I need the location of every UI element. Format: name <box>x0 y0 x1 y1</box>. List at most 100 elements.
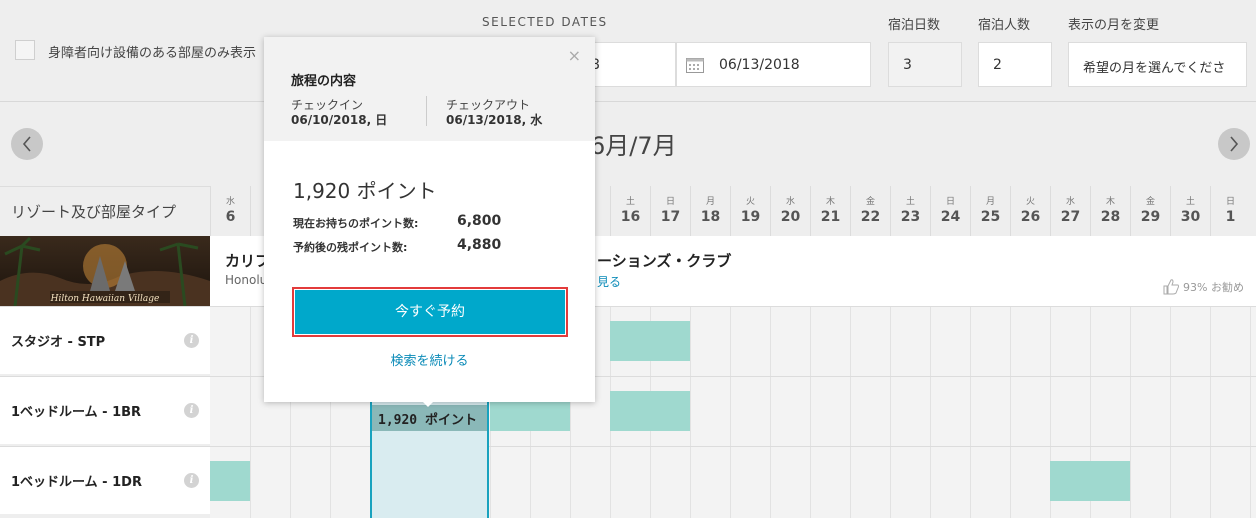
close-icon[interactable]: × <box>568 46 581 65</box>
continue-search-link[interactable]: 検索を続ける <box>264 350 595 369</box>
selected-dates-label: SELECTED DATES <box>482 15 608 29</box>
grid-line <box>330 447 331 518</box>
availability-block[interactable] <box>610 391 690 431</box>
day-of-week: 土 <box>625 197 635 207</box>
book-now-button[interactable]: 今すぐ予約 <box>292 287 568 337</box>
availability-block[interactable] <box>210 461 250 501</box>
day-header: 水6 <box>210 186 250 236</box>
popup-pointer <box>418 397 438 407</box>
grid-line <box>250 307 251 376</box>
room-type-row[interactable]: 1ベッドルーム - 1BR i <box>0 376 210 444</box>
day-of-week: 金 <box>1145 197 1155 207</box>
grid-line <box>930 377 931 446</box>
day-header: 日 17 <box>650 186 690 236</box>
grid-line <box>970 447 971 518</box>
grid-line <box>730 447 731 518</box>
grid-line <box>1130 307 1131 376</box>
chevron-right-icon <box>1230 136 1239 152</box>
day-header: 土 16 <box>610 186 650 236</box>
day-number: 27 <box>1060 209 1081 225</box>
day-header: 木 21 <box>810 186 850 236</box>
resort-location: Honolu <box>225 273 268 287</box>
grid-line <box>530 447 531 518</box>
day-number: 30 <box>1180 209 1201 225</box>
grid-line <box>970 307 971 376</box>
current-points-label: 現在お持ちのポイント数: <box>293 217 419 230</box>
grid-line <box>650 447 651 518</box>
prev-month-button[interactable] <box>11 128 43 160</box>
grid-line <box>490 447 491 518</box>
guests-label: 宿泊人数 <box>978 18 1031 33</box>
grid-line <box>930 307 931 376</box>
accessible-rooms-checkbox[interactable] <box>15 40 35 60</box>
grid-line <box>810 377 811 446</box>
day-of-week: 水 <box>785 197 795 207</box>
room-type-row[interactable]: 1ベッドルーム - 1DR i <box>0 446 210 514</box>
grid-line <box>1170 447 1171 518</box>
chevron-left-icon <box>22 136 31 152</box>
thumbs-up-icon <box>1163 279 1179 295</box>
remaining-points-value: 4,880 <box>457 237 502 253</box>
day-header: 金 22 <box>850 186 890 236</box>
checkout-date-value: 06/13/2018 <box>719 57 800 73</box>
grid-line <box>850 307 851 376</box>
day-header: 水 27 <box>1050 186 1090 236</box>
current-points-value: 6,800 <box>457 213 502 229</box>
grid-line <box>930 447 931 518</box>
day-header: 月 18 <box>690 186 730 236</box>
day-number: 20 <box>780 209 801 225</box>
next-month-button[interactable] <box>1218 128 1250 160</box>
day-header: 日1 <box>1210 186 1250 236</box>
availability-block[interactable] <box>610 321 690 361</box>
grid-line <box>1250 447 1251 518</box>
day-header: 水 20 <box>770 186 810 236</box>
day-of-week: 水 <box>225 197 235 207</box>
checkout-date-field[interactable]: 06/13/2018 <box>676 42 871 87</box>
grid-line <box>690 307 691 376</box>
grid-line <box>570 447 571 518</box>
day-of-week: 木 <box>825 197 835 207</box>
resort-details-link[interactable]: 見る <box>597 273 621 290</box>
day-header: 火 26 <box>1010 186 1050 236</box>
day-number: 24 <box>940 209 961 225</box>
month-select[interactable]: 希望の月を選んでくださ <box>1068 42 1247 87</box>
grid-line <box>1170 307 1171 376</box>
room-type-row[interactable]: スタジオ - STP i <box>0 306 210 374</box>
checkout-value: 06/13/2018, 水 <box>446 113 543 127</box>
guests-field[interactable]: 2 <box>978 42 1052 87</box>
itinerary-title: 旅程の内容 <box>291 74 357 89</box>
grid-line <box>290 447 291 518</box>
room-type-name: スタジオ - STP <box>11 335 106 350</box>
booking-popup: × 旅程の内容 チェックイン 06/10/2018, 日 チェックアウト 06/… <box>264 37 595 402</box>
grid-line <box>1170 377 1171 446</box>
day-of-week: 月 <box>705 197 715 207</box>
day-of-week: 土 <box>1185 197 1195 207</box>
grid-line <box>1090 307 1091 376</box>
nights-value: 3 <box>903 57 912 73</box>
grid-line <box>1250 377 1251 446</box>
day-number: 29 <box>1140 209 1161 225</box>
day-number: 6 <box>225 209 236 225</box>
calendar-icon <box>686 58 704 73</box>
day-of-week: 火 <box>745 197 755 207</box>
resort-photo-caption: Hilton Hawaiian Village <box>50 294 160 304</box>
info-icon[interactable]: i <box>184 473 199 488</box>
month-title: 6月/7月 <box>590 132 677 160</box>
month-select-placeholder: 希望の月を選んでくださ <box>1083 61 1226 76</box>
day-of-week: 日 <box>945 197 955 207</box>
info-icon[interactable]: i <box>184 403 199 418</box>
availability-block[interactable] <box>1050 461 1130 501</box>
grid-line <box>770 447 771 518</box>
day-of-week: 日 <box>1225 197 1235 207</box>
grid-line <box>890 377 891 446</box>
grid-line <box>730 377 731 446</box>
info-icon[interactable]: i <box>184 333 199 348</box>
day-of-week: 火 <box>1025 197 1035 207</box>
nights-field[interactable]: 3 <box>888 42 962 87</box>
grid-line <box>250 377 251 446</box>
day-number: 21 <box>820 209 841 225</box>
grid-line <box>1250 307 1251 376</box>
grid-line <box>730 307 731 376</box>
day-of-week: 日 <box>665 197 675 207</box>
day-number: 28 <box>1100 209 1121 225</box>
